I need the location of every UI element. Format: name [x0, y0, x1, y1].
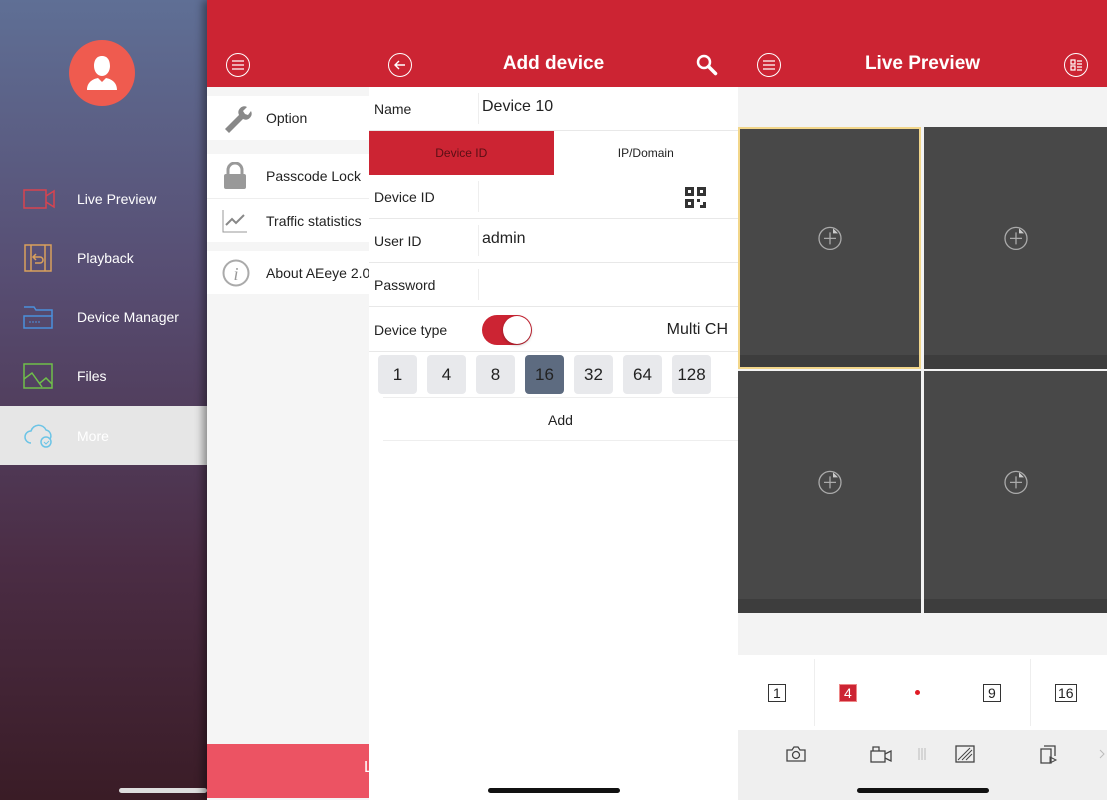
video-grid [738, 127, 1107, 613]
playback-icon[interactable] [1040, 745, 1058, 765]
home-indicator [119, 788, 207, 793]
side-menu: Live Preview Playback Device Manager Fil… [0, 0, 207, 800]
search-icon[interactable] [696, 54, 718, 76]
menu-item-label: About AEeye 2.0 [266, 264, 369, 281]
channel-option[interactable]: 1 [378, 355, 417, 394]
user-id-input[interactable]: admin [482, 230, 526, 248]
channel-option[interactable]: 8 [476, 355, 515, 394]
password-label: Password [374, 277, 436, 293]
more-panel: Option Passcode Lock Traffic statistics … [207, 0, 369, 800]
menu-item-passcode-lock[interactable]: Passcode Lock [207, 154, 369, 198]
name-label: Name [374, 101, 412, 117]
add-device-panel: Add device Name Device 10 Device ID IP/Do… [369, 0, 738, 800]
video-camera-icon [23, 188, 55, 209]
channel-option-selected[interactable]: 16 [525, 355, 564, 394]
menu-item-label: Passcode Lock [266, 168, 361, 184]
drag-handle-icon[interactable] [918, 748, 926, 760]
video-cell[interactable] [738, 371, 921, 613]
menu-item-about[interactable]: i About AEeye 2.0 [207, 251, 369, 294]
add-camera-icon [817, 470, 842, 495]
menu-item-option[interactable]: Option [207, 96, 369, 140]
record-video-icon[interactable] [870, 745, 892, 763]
menu-item-traffic-statistics[interactable]: Traffic statistics [207, 198, 369, 242]
live-preview-panel: Live Preview 1 4 9 16 [738, 0, 1107, 800]
add-camera-icon [1003, 226, 1028, 251]
tab-ip-domain[interactable]: IP/Domain [554, 131, 739, 175]
avatar[interactable] [69, 40, 135, 106]
sidebar-item-label: Device Manager [77, 308, 179, 325]
logout-button[interactable]: L [207, 744, 369, 798]
quality-icon[interactable] [955, 745, 975, 763]
qr-code-icon[interactable] [685, 187, 706, 208]
wrench-icon [225, 106, 252, 133]
add-camera-icon [1003, 470, 1028, 495]
layout-4-button[interactable]: 4 [839, 684, 857, 702]
channel-option[interactable]: 32 [574, 355, 613, 394]
device-folder-icon [23, 305, 53, 329]
page-title: Add device [502, 53, 605, 74]
device-type-value: Multi CH [666, 321, 728, 338]
sidebar-item-label: Live Preview [77, 190, 157, 207]
svg-text:i: i [233, 264, 238, 284]
cloud-check-icon [24, 424, 52, 448]
user-id-label: User ID [374, 233, 422, 249]
header: Add device [369, 0, 738, 87]
home-indicator [857, 788, 989, 793]
page-title: Live Preview [864, 53, 981, 74]
add-button[interactable]: Add [383, 397, 738, 441]
header [207, 0, 369, 87]
lock-icon [224, 162, 246, 189]
video-cell[interactable] [924, 371, 1107, 613]
tab-label: IP/Domain [617, 146, 674, 160]
channel-selector: 1 4 8 16 32 64 128 [378, 355, 711, 394]
menu-item-label: Traffic statistics [266, 212, 362, 229]
password-field[interactable]: Password [369, 263, 738, 307]
user-icon [87, 56, 117, 90]
layout-1-button[interactable]: 1 [768, 684, 786, 702]
image-icon [23, 362, 53, 389]
sidebar-item-playback[interactable]: Playback [0, 228, 207, 287]
layout-9-button[interactable]: 9 [983, 684, 1001, 702]
user-id-field[interactable]: User ID admin [369, 219, 738, 263]
device-list-button[interactable] [1064, 53, 1088, 77]
page-indicator-dot [915, 690, 920, 695]
sidebar-item-label: More [77, 427, 109, 444]
menu-item-label: Option [266, 110, 308, 126]
name-input[interactable]: Device 10 [482, 98, 553, 116]
sidebar-item-live-preview[interactable]: Live Preview [0, 169, 207, 228]
info-icon: i [222, 259, 250, 286]
tab-label: Device ID [435, 146, 488, 160]
video-cell[interactable] [738, 127, 921, 369]
menu-button[interactable] [226, 53, 250, 77]
sidebar-item-label: Playback [77, 249, 134, 266]
connection-tabs: Device ID IP/Domain [369, 131, 738, 175]
sidebar-item-more[interactable]: More [0, 406, 207, 465]
chevron-right-icon[interactable] [1099, 749, 1105, 759]
header: Live Preview [738, 0, 1107, 87]
channel-option[interactable]: 64 [623, 355, 662, 394]
device-list-icon [1070, 59, 1082, 71]
camera-snapshot-icon[interactable] [786, 746, 806, 762]
layout-selector: 1 4 9 16 [738, 655, 1107, 730]
add-camera-icon [817, 226, 842, 251]
name-field[interactable]: Name Device 10 [369, 87, 738, 131]
device-id-field[interactable]: Device ID [369, 175, 738, 219]
layout-16-button[interactable]: 16 [1055, 684, 1077, 702]
device-type-label: Device type [374, 322, 448, 338]
tab-device-id[interactable]: Device ID [369, 131, 554, 175]
channel-option[interactable]: 128 [672, 355, 711, 394]
device-id-label: Device ID [374, 189, 435, 205]
device-type-toggle[interactable] [482, 315, 532, 345]
channel-option[interactable]: 4 [427, 355, 466, 394]
chart-icon [222, 209, 247, 232]
sidebar-item-files[interactable]: Files [0, 346, 207, 405]
home-indicator [488, 788, 620, 793]
film-playback-icon [24, 243, 52, 272]
device-type-field: Device type Multi CH [369, 308, 738, 352]
sidebar-item-device-manager[interactable]: Device Manager [0, 287, 207, 346]
video-cell[interactable] [924, 127, 1107, 369]
menu-icon [232, 60, 244, 70]
sidebar-item-label: Files [77, 367, 107, 384]
